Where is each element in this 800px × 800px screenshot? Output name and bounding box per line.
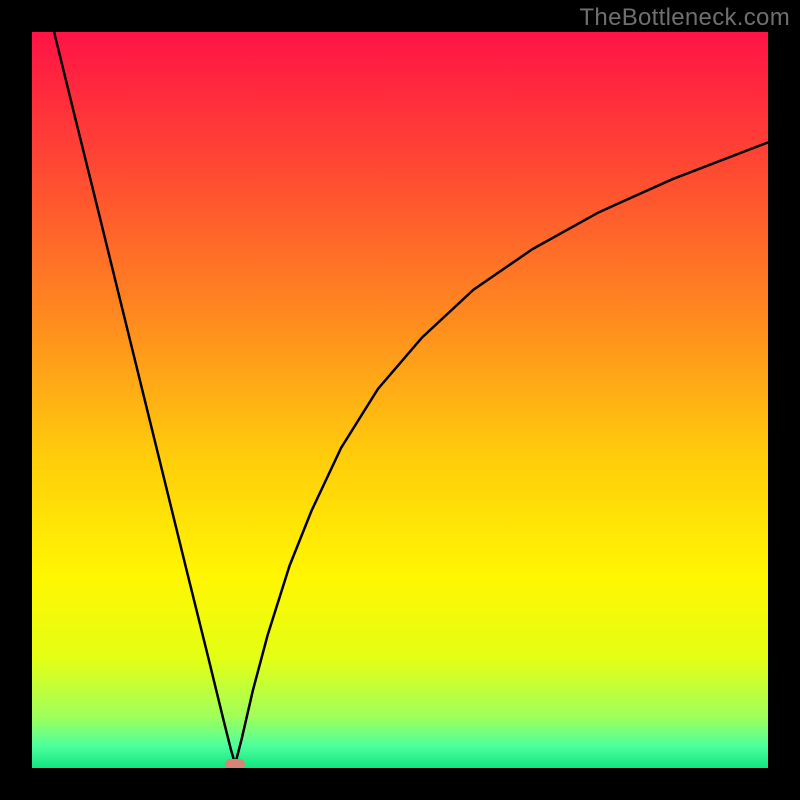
chart-frame: TheBottleneck.com [0, 0, 800, 800]
plot-area [32, 32, 768, 768]
bottleneck-curve [32, 32, 768, 768]
optimal-point-marker [225, 759, 245, 768]
watermark-text: TheBottleneck.com [579, 4, 790, 32]
